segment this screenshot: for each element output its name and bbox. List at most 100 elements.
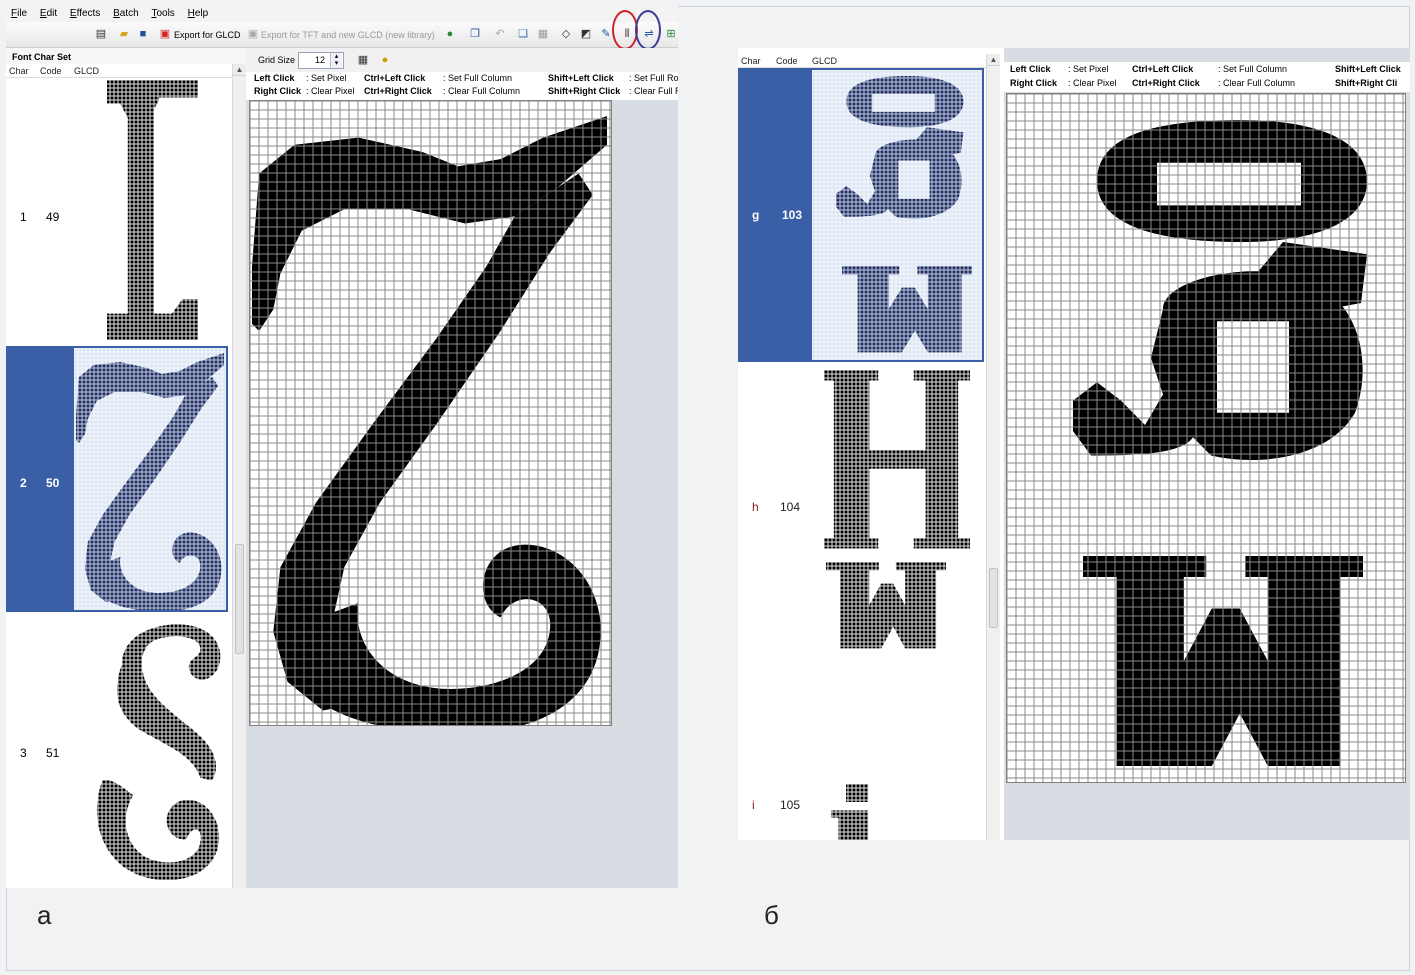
glyph-preview-3 xyxy=(74,616,232,886)
menu-edit[interactable]: Edit xyxy=(35,6,62,22)
char-cell: i xyxy=(752,798,755,812)
help-clear-col: : Clear Full Column xyxy=(1218,78,1296,88)
eraser-icon[interactable]: ◇ xyxy=(559,27,573,41)
glyph-preview-i xyxy=(816,784,876,840)
help-shift-left: Shift+Left Click xyxy=(548,73,614,83)
scroll-up-icon[interactable]: ▲ xyxy=(987,54,1000,66)
help-ctrl-left: Ctrl+Left Click xyxy=(1132,64,1194,74)
code-cell: 51 xyxy=(46,746,60,760)
help-right-click: Right Click xyxy=(254,86,302,96)
mouse-help-panel: Left Click : Set Pixel Ctrl+Left Click :… xyxy=(246,72,678,100)
undo-icon[interactable]: ↶ xyxy=(493,27,507,41)
add-char-icon[interactable]: ⊞ xyxy=(664,27,678,41)
list-item[interactable]: 3 51 xyxy=(6,612,232,888)
code-cell: 105 xyxy=(780,798,801,812)
scroll-up-icon[interactable]: ▲ xyxy=(233,64,246,76)
caption-a: а xyxy=(37,900,52,930)
panel-a-window: File Edit Effects Batch Tools Help ▤ ▰ ■… xyxy=(6,6,678,888)
header-char: Char xyxy=(9,66,29,76)
grid-size-stepper-icon[interactable]: ▴ ▾ xyxy=(330,53,342,68)
char-cell: 2 xyxy=(20,476,27,490)
list-item[interactable]: h 104 xyxy=(738,362,986,662)
help-left-click: Left Click xyxy=(254,73,295,83)
pixel-editor-grid[interactable] xyxy=(1006,93,1406,783)
invert-icon[interactable]: ◩ xyxy=(579,27,593,41)
editor-toolbar: Grid Size 12 ▴ ▾ ▦ ● xyxy=(246,48,678,74)
list-header: Char Code GLCD xyxy=(6,64,232,78)
export-glcd-icon: ▣ xyxy=(159,28,171,40)
glyph-preview-2 xyxy=(74,348,226,610)
help-icon[interactable]: ● xyxy=(378,53,392,67)
paste-icon[interactable]: ❏ xyxy=(516,27,530,41)
caption-b: б xyxy=(764,900,779,930)
grid-size-label: Grid Size xyxy=(258,55,296,65)
help-set-col: : Set Full Column xyxy=(443,73,513,83)
list-item-selected[interactable]: 2 50 xyxy=(6,346,228,612)
help-set-col: : Set Full Column xyxy=(1218,64,1288,74)
char-cell: 3 xyxy=(20,746,27,760)
new-file-icon[interactable]: ▤ xyxy=(94,27,108,41)
char-cell: 1 xyxy=(20,210,27,224)
header-code: Code xyxy=(40,66,62,76)
menu-effects[interactable]: Effects xyxy=(65,6,105,22)
menu-file[interactable]: File xyxy=(6,6,32,22)
glyph-preview-1 xyxy=(74,80,232,344)
clear-icon[interactable]: ▦ xyxy=(536,27,550,41)
list-scrollbar[interactable]: ▲ xyxy=(986,54,1000,840)
export-tft-button[interactable]: Export for TFT and new GLCD (new library… xyxy=(261,26,435,44)
list-item[interactable]: 1 49 xyxy=(6,78,232,346)
flip-highlight-ring xyxy=(635,10,661,50)
glyph-preview-h xyxy=(824,366,980,656)
list-header: Char Code GLCD xyxy=(738,54,986,68)
help-clear-col: : Clear Full Column xyxy=(443,86,521,96)
export-tft-icon: ▣ xyxy=(247,28,259,40)
help-clear-pixel: : Clear Pixel xyxy=(306,86,355,96)
help-shift-right: Shift+Right Cli xyxy=(1335,78,1398,88)
open-icon[interactable]: ▰ xyxy=(117,27,131,41)
export-glcd-button[interactable]: Export for GLCD xyxy=(174,26,241,44)
header-glcd: GLCD xyxy=(74,66,100,76)
header-code: Code xyxy=(776,56,798,66)
scroll-thumb[interactable] xyxy=(989,568,998,628)
code-cell: 103 xyxy=(782,208,803,222)
help-right-click: Right Click xyxy=(1010,78,1058,88)
help-shift-right: Shift+Right Click xyxy=(548,86,621,96)
help-set-pixel: : Set Pixel xyxy=(1068,64,1109,74)
help-shift-left: Shift+Left Click xyxy=(1335,64,1401,74)
header-glcd: GLCD xyxy=(812,56,838,66)
menu-help[interactable]: Help xyxy=(183,6,214,22)
help-clear-pixel: : Clear Pixel xyxy=(1068,78,1117,88)
help-ctrl-left: Ctrl+Left Click xyxy=(364,73,426,83)
help-set-pixel: : Set Pixel xyxy=(306,73,347,83)
main-toolbar: ▤ ▰ ■ ▣ Export for GLCD ▣ Export for TFT… xyxy=(6,22,678,48)
menu-batch[interactable]: Batch xyxy=(108,6,144,22)
pen-icon[interactable]: ✎ xyxy=(599,27,613,41)
globe-icon[interactable]: ● xyxy=(443,27,457,41)
menu-bar: File Edit Effects Batch Tools Help xyxy=(6,6,678,22)
glyph-preview-g xyxy=(812,70,982,360)
list-item-selected[interactable]: g 103 xyxy=(738,68,984,362)
glyph-list[interactable]: g 103 h 104 i 105 xyxy=(738,68,986,840)
list-item[interactable]: i 105 xyxy=(738,662,986,840)
scroll-thumb[interactable] xyxy=(235,544,244,654)
help-ctrl-right: Ctrl+Right Click xyxy=(1132,78,1200,88)
copy-icon[interactable]: ❐ xyxy=(468,27,482,41)
code-cell: 104 xyxy=(780,500,801,514)
help-set-row: : Set Full Ro xyxy=(629,73,678,83)
code-cell: 49 xyxy=(46,210,60,224)
header-char: Char xyxy=(741,56,761,66)
pixel-editor-grid[interactable] xyxy=(249,100,612,726)
glyph-list[interactable]: 1 49 2 50 3 51 xyxy=(6,78,232,888)
char-cell: g xyxy=(752,208,760,222)
menu-tools[interactable]: Tools xyxy=(146,6,179,22)
grid-toggle-icon[interactable]: ▦ xyxy=(356,53,370,67)
list-scrollbar[interactable]: ▲ xyxy=(232,64,246,888)
help-ctrl-right: Ctrl+Right Click xyxy=(364,86,432,96)
mouse-help-panel: Left Click : Set Pixel Ctrl+Left Click :… xyxy=(1004,62,1410,92)
char-cell: h xyxy=(752,500,759,514)
help-clear-row: : Clear Full R xyxy=(629,86,678,96)
save-icon[interactable]: ■ xyxy=(136,27,150,41)
code-cell: 50 xyxy=(46,476,60,490)
help-left-click: Left Click xyxy=(1010,64,1051,74)
panel-b-window: Char Code GLCD g 103 h 104 i 105 ▲ Left … xyxy=(738,48,1410,840)
